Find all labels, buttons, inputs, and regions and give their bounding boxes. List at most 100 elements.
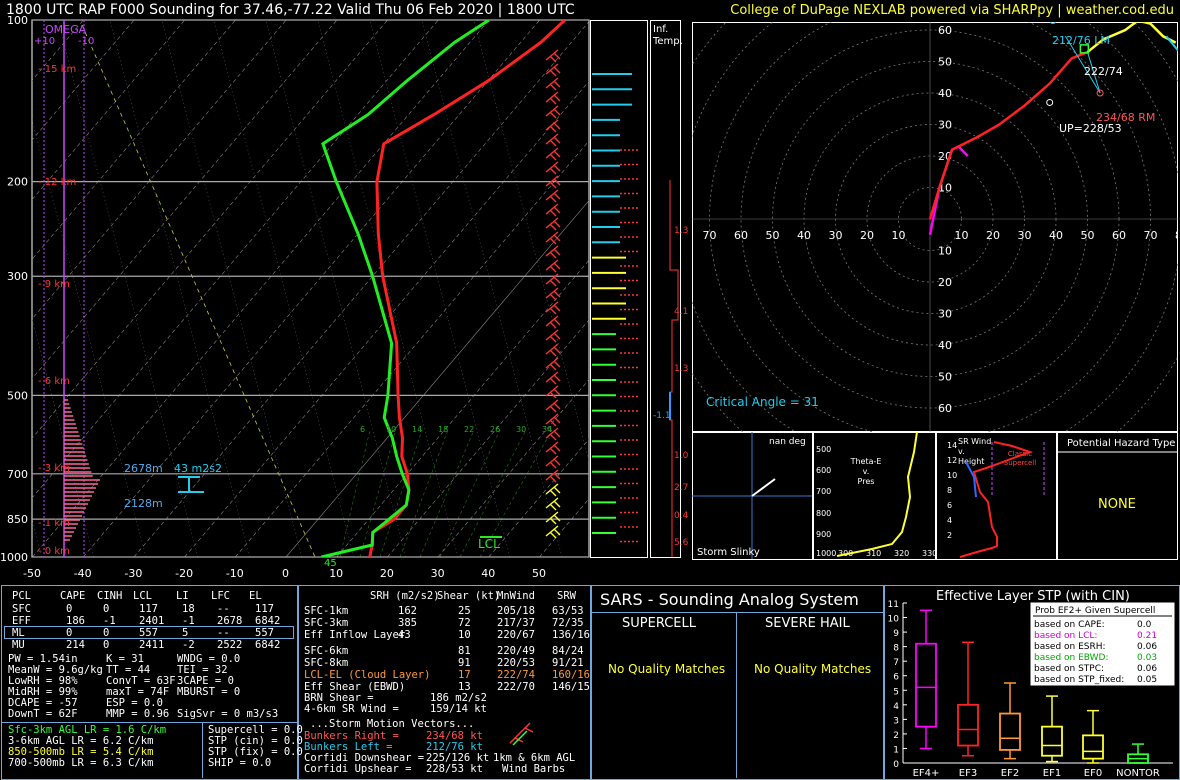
wind-barb xyxy=(545,483,561,497)
inferred-temp-value: 4.1 xyxy=(674,307,688,317)
stp-y-label: 9 xyxy=(893,629,899,639)
mixing-ratio-label: 10 xyxy=(386,425,396,434)
parcel-header: LI xyxy=(176,590,189,602)
wind-barb xyxy=(545,301,561,315)
hodo-mean-label: 222/74 xyxy=(1084,65,1123,78)
kin-header: Shear (kt) xyxy=(437,590,501,602)
wind-barb xyxy=(545,399,561,413)
hodo-up-label: UP=228/53 xyxy=(1059,122,1122,135)
omega-label: OMEGA xyxy=(45,23,87,36)
kin-label: 4-6km SR Wind = xyxy=(304,703,399,715)
hodo-lm-label: 212/76 LM xyxy=(1052,34,1110,47)
kin-cell: 17 xyxy=(458,669,471,681)
mixing-ratio-label: 22 xyxy=(464,425,474,434)
stp-box xyxy=(915,642,937,728)
thermo-divider xyxy=(1,722,297,723)
index-cell: MMP = 0.96 xyxy=(106,708,170,720)
hodo-y-label: 40 xyxy=(938,339,952,352)
wind-barb xyxy=(545,455,561,469)
hodo-ring xyxy=(692,22,1178,432)
thetae-y-label: 1000 xyxy=(816,549,836,558)
prob-row-value: 0.03 xyxy=(1137,653,1157,663)
temp-axis-label: 30 xyxy=(431,567,445,580)
eff-inflow-bracket xyxy=(178,476,204,493)
wind-barb xyxy=(545,217,561,231)
srwind-low xyxy=(965,461,977,498)
sars-hail-label: SEVERE HAIL xyxy=(765,616,850,631)
pressure-label: 500 xyxy=(7,389,28,402)
hodo-y-label: 50 xyxy=(938,371,952,384)
kin-cell: 43 xyxy=(398,629,411,641)
stp-box xyxy=(1041,725,1063,757)
height-label: - 0 km xyxy=(38,546,70,557)
index-cell: DownT = 62F xyxy=(8,708,78,720)
stp-box xyxy=(999,712,1021,751)
kin-cell: 220/49 xyxy=(497,645,535,657)
hazard-value: NONE xyxy=(1098,497,1136,512)
thetae-y-label: 600 xyxy=(816,466,831,475)
pressure-label: 100 xyxy=(7,14,28,27)
hodo-x-label: 80 xyxy=(1175,229,1178,242)
thetae-y-label: 900 xyxy=(816,530,831,539)
wind-barb xyxy=(545,315,561,329)
prob-row-value: 0.0 xyxy=(1137,620,1152,630)
temp-axis-label: -30 xyxy=(124,567,142,580)
ann-2128: 2128m xyxy=(124,497,163,510)
srwind-y-label: 10 xyxy=(947,471,957,480)
wind-barb xyxy=(545,147,561,161)
index-cell: SigSvr = 0 m3/s3 xyxy=(177,708,279,720)
parcel-cell: -2 xyxy=(182,639,195,651)
stp-y-label: 11 xyxy=(888,600,899,610)
kin-cell: 81 xyxy=(458,645,471,657)
mixing-ratio-label: 30 xyxy=(516,425,526,434)
stp-y-label: 5 xyxy=(893,687,899,697)
wind-barb xyxy=(545,161,561,175)
inferred-temp-value: 5.6 xyxy=(674,538,689,548)
pressure-label: 700 xyxy=(7,468,28,481)
thetae-title: Pres xyxy=(858,477,875,486)
wind-barb xyxy=(545,91,561,105)
dry-adiabat xyxy=(317,20,459,557)
hodo-ring xyxy=(692,22,1178,432)
thetae-frame xyxy=(813,432,936,560)
hodo-y-label: 60 xyxy=(938,24,952,37)
kin-label: SFC-1km xyxy=(304,605,349,617)
stp-y-label: 7 xyxy=(893,658,899,668)
srwind-title: v. xyxy=(958,447,965,456)
parcel-cell: 0 xyxy=(103,603,110,615)
kin-label: SFC-8km xyxy=(304,657,349,669)
inferred-temp-frame xyxy=(650,20,681,558)
srwind-y-label: 8 xyxy=(947,486,952,495)
kin-label: Corfidi Upshear = xyxy=(304,763,412,775)
barb-caption: Wind Barbs xyxy=(502,763,566,775)
wind-barb xyxy=(545,371,561,385)
dry-adiabat xyxy=(421,20,563,557)
sars-box xyxy=(590,585,885,780)
stp-y-label: 8 xyxy=(893,644,899,654)
kin-cell: 220/53 xyxy=(497,657,535,669)
hodo-x-label: 40 xyxy=(1049,229,1063,242)
kin-value: 228/53 kt xyxy=(426,763,483,775)
hodo-y-label: 10 xyxy=(938,245,952,258)
kin-cell: 385 xyxy=(398,617,417,629)
stp-y-label: 4 xyxy=(893,702,899,712)
hodo-up-marker xyxy=(1046,98,1054,106)
hodo-x-label: 20 xyxy=(986,229,1000,242)
isotherm-line xyxy=(82,20,540,557)
isotherm-line xyxy=(184,80,589,557)
wind-barb xyxy=(545,497,561,511)
srwind-y-label: 6 xyxy=(947,501,952,510)
srwind-y-label: 2 xyxy=(947,531,952,540)
stp-x-label: EF3 xyxy=(959,768,977,779)
kin-header: MnWind xyxy=(497,590,535,602)
prob-row-label: based on LCL: xyxy=(1034,631,1097,641)
thetae-x-label: 330 xyxy=(922,549,937,558)
hodo-x-label: 60 xyxy=(1112,229,1126,242)
stp-x-label: NONTOR xyxy=(1116,768,1160,779)
mixing-ratio-label: 6 xyxy=(360,425,365,434)
sars-supercell-result: No Quality Matches xyxy=(608,662,726,676)
stp-x-label: EF1 xyxy=(1043,768,1061,779)
hodo-y-label: 20 xyxy=(938,276,952,289)
prob-row-value: 0.06 xyxy=(1137,664,1157,674)
wind-barb xyxy=(545,189,561,203)
